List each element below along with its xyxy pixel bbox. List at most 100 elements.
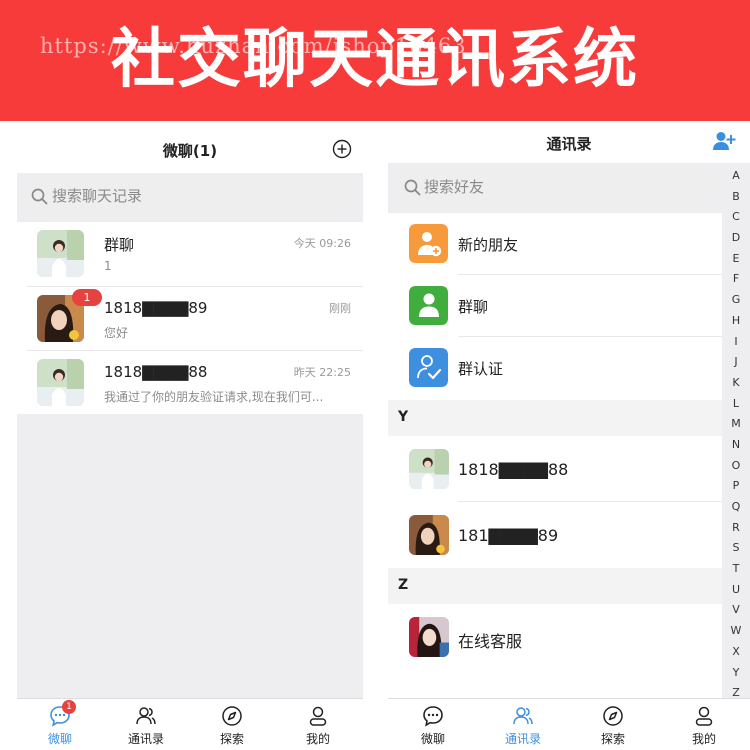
- chat-header: 微聊(1): [17, 127, 363, 173]
- tab-contacts[interactable]: 通讯录: [478, 699, 568, 750]
- group-verify-item[interactable]: 群认证: [388, 337, 722, 399]
- add-circle-icon[interactable]: [332, 139, 352, 159]
- index-letter[interactable]: F: [728, 269, 744, 290]
- tab-bar: 微聊 通讯录 探索 我的: [388, 698, 750, 750]
- search-icon: [404, 179, 421, 196]
- contact-name: 1818▇▇▇▇88: [458, 460, 569, 479]
- chat-preview: 我通过了你的朋友验证请求,现在我们可...: [104, 390, 324, 404]
- tab-me[interactable]: 我的: [658, 699, 750, 750]
- index-letter[interactable]: W: [728, 621, 744, 642]
- avatar: [409, 617, 449, 657]
- index-letter[interactable]: G: [728, 290, 744, 311]
- list-item[interactable]: 1818▇▇▇▇88 我通过了你的朋友验证请求,现在我们可... 昨天 22:2…: [27, 350, 363, 414]
- index-letter[interactable]: E: [728, 249, 744, 270]
- avatar: [409, 449, 449, 489]
- page-title: 微聊(1): [162, 142, 218, 160]
- search-placeholder: 搜索好友: [424, 178, 485, 196]
- index-letter[interactable]: Y: [728, 663, 744, 684]
- index-letter[interactable]: O: [728, 456, 744, 477]
- tab-label: 探索: [600, 732, 625, 746]
- tab-label: 通讯录: [127, 732, 164, 746]
- index-letter[interactable]: J: [728, 352, 744, 373]
- chat-screen: 微聊(1) 搜索聊天记录 群聊 1 今天 09:26 1 1818▇▇▇▇89 …: [17, 127, 363, 750]
- contact-name: 181▇▇▇▇89: [458, 526, 559, 545]
- index-letter[interactable]: Q: [728, 497, 744, 518]
- tab-label: 我的: [691, 732, 716, 746]
- tab-contacts[interactable]: 通讯录: [103, 699, 189, 750]
- func-label: 群认证: [458, 360, 504, 378]
- section-letter: Z: [398, 577, 409, 593]
- avatar: [409, 515, 449, 555]
- index-letter[interactable]: K: [728, 373, 744, 394]
- index-letter[interactable]: P: [728, 476, 744, 497]
- index-letter[interactable]: B: [728, 187, 744, 208]
- compass-icon: [222, 706, 242, 726]
- group-chat-item[interactable]: 群聊: [388, 275, 722, 337]
- index-letter[interactable]: T: [728, 559, 744, 580]
- chat-time: 昨天 22:25: [293, 366, 351, 379]
- chat-preview: 您好: [104, 326, 129, 340]
- page-title: 通讯录: [546, 135, 592, 153]
- user-icon: [695, 706, 713, 726]
- contact-item[interactable]: 在线客服: [388, 604, 722, 670]
- contact-item[interactable]: 1818▇▇▇▇88: [388, 436, 722, 502]
- chat-name: 1818▇▇▇▇88: [104, 363, 208, 381]
- group-chat-icon: [409, 286, 448, 325]
- search-icon: [31, 188, 48, 205]
- banner: https://www.huzhan.com/ishop16463 社交聊天通讯…: [0, 0, 750, 121]
- contacts-header: 通讯录: [388, 121, 750, 163]
- banner-title: 社交聊天通讯系统: [111, 23, 639, 97]
- search-input[interactable]: 搜索好友: [395, 168, 715, 207]
- contacts-screen: 通讯录 搜索好友 新的朋友 群聊 群认证 Y 1818▇▇▇▇88 181▇▇▇…: [388, 121, 750, 750]
- section-header: Y: [388, 400, 722, 436]
- index-letter[interactable]: M: [728, 414, 744, 435]
- index-letter[interactable]: N: [728, 435, 744, 456]
- chat-time: 今天 09:26: [293, 237, 351, 250]
- index-letter[interactable]: I: [728, 332, 744, 353]
- chat-list: 群聊 1 今天 09:26 1 1818▇▇▇▇89 您好 刚刚 1818▇▇▇…: [17, 222, 363, 414]
- search-input[interactable]: 搜索聊天记录: [23, 177, 356, 215]
- section-letter: Y: [398, 409, 409, 425]
- chat-time: 刚刚: [329, 302, 351, 315]
- unread-badge: 1: [72, 289, 102, 306]
- tab-chat[interactable]: 1 微聊: [17, 699, 103, 750]
- alphabet-index[interactable]: A B C D E F G H I J K L M N O P Q R S T …: [728, 166, 744, 704]
- tab-explore[interactable]: 探索: [568, 699, 658, 750]
- index-letter[interactable]: S: [728, 538, 744, 559]
- func-label: 新的朋友: [458, 236, 519, 254]
- index-letter[interactable]: C: [728, 207, 744, 228]
- tab-label: 微聊: [47, 732, 72, 746]
- tab-me[interactable]: 我的: [275, 699, 361, 750]
- avatar: [37, 359, 84, 406]
- index-letter[interactable]: L: [728, 394, 744, 415]
- contact-item[interactable]: 181▇▇▇▇89: [388, 502, 722, 568]
- search-placeholder: 搜索聊天记录: [52, 187, 143, 205]
- add-friend-icon[interactable]: [712, 130, 736, 152]
- contacts-icon: [136, 707, 156, 725]
- tab-bar: 1 微聊 通讯录 探索 我的: [17, 698, 363, 750]
- chat-preview: 1: [104, 259, 112, 273]
- tab-explore[interactable]: 探索: [189, 699, 275, 750]
- tab-chat[interactable]: 微聊: [388, 699, 478, 750]
- list-item[interactable]: 1 1818▇▇▇▇89 您好 刚刚: [27, 286, 363, 350]
- index-letter[interactable]: U: [728, 580, 744, 601]
- index-letter[interactable]: V: [728, 600, 744, 621]
- index-letter[interactable]: R: [728, 518, 744, 539]
- chat-name: 群聊: [104, 236, 135, 254]
- index-letter[interactable]: D: [728, 228, 744, 249]
- avatar: [37, 230, 84, 277]
- chat-name: 1818▇▇▇▇89: [104, 299, 208, 317]
- index-letter[interactable]: X: [728, 642, 744, 663]
- index-letter[interactable]: A: [728, 166, 744, 187]
- new-friends-item[interactable]: 新的朋友: [388, 213, 722, 275]
- list-item[interactable]: 群聊 1 今天 09:26: [17, 222, 363, 286]
- func-label: 群聊: [458, 298, 489, 316]
- tab-label: 我的: [305, 732, 330, 746]
- index-letter[interactable]: H: [728, 311, 744, 332]
- new-friend-icon: [409, 224, 448, 263]
- chat-bubble-icon: [423, 706, 443, 727]
- tab-badge: 1: [62, 700, 76, 714]
- compass-icon: [603, 706, 623, 726]
- group-verify-icon: [409, 348, 448, 387]
- tab-label: 微聊: [420, 732, 445, 746]
